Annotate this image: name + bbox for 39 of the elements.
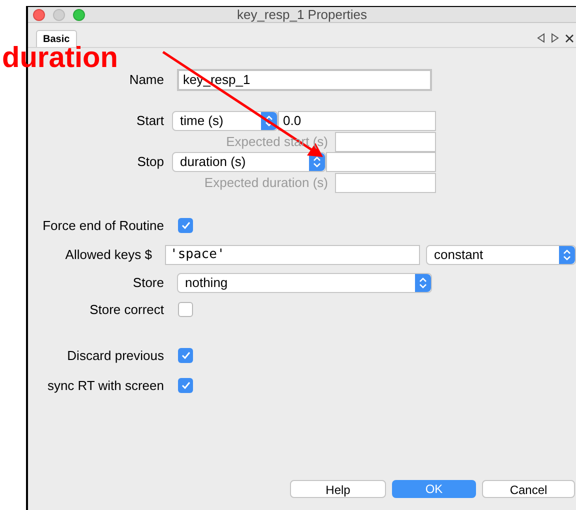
field-label: Store correct [88,300,164,318]
field-label: Expected duration (s) [203,174,328,192]
check-icon [180,380,190,390]
input-field[interactable] [326,152,436,172]
chevron-icon [419,276,427,288]
field-label: sync RT with screen [46,376,164,395]
check-icon [180,351,190,360]
field-label: Store [132,274,164,292]
zoom-window-icon[interactable] [73,8,85,20]
dropdown[interactable]: duration (s) [172,152,326,172]
field-label: Start [136,112,164,130]
input-field[interactable]: 0.0 [278,111,436,131]
checkbox[interactable] [178,378,193,393]
dropdown[interactable]: nothing [177,272,432,292]
dropdown[interactable]: constant [426,244,576,264]
field-label: Name [128,71,164,90]
dialog-button[interactable]: Cancel [482,480,575,498]
checkbox[interactable] [178,302,193,317]
input-field[interactable]: 'space' [165,244,420,264]
window-title: key_resp_1 Properties [236,8,368,21]
chevron-icon [313,156,321,168]
tab[interactable]: Basic [36,30,77,47]
chevron-icon [563,248,571,260]
field-label: Stop [136,153,164,172]
checkbox[interactable] [178,348,193,364]
input-field[interactable] [335,132,436,152]
right-arrow-icon[interactable] [551,33,559,43]
input-field[interactable] [335,173,436,193]
left-arrow-icon[interactable] [537,33,545,43]
dialog-button[interactable]: Help [290,480,386,498]
checkbox[interactable] [178,218,193,234]
chevron-icon [265,115,273,127]
check-icon [180,221,190,230]
field-label: Allowed keys $ [64,246,152,264]
close-icon[interactable] [565,34,574,42]
dropdown[interactable]: time (s) [172,111,278,131]
field-label: Discard previous [66,347,164,365]
field-label: Force end of Routine [42,217,164,235]
close-window-icon[interactable] [33,8,45,20]
